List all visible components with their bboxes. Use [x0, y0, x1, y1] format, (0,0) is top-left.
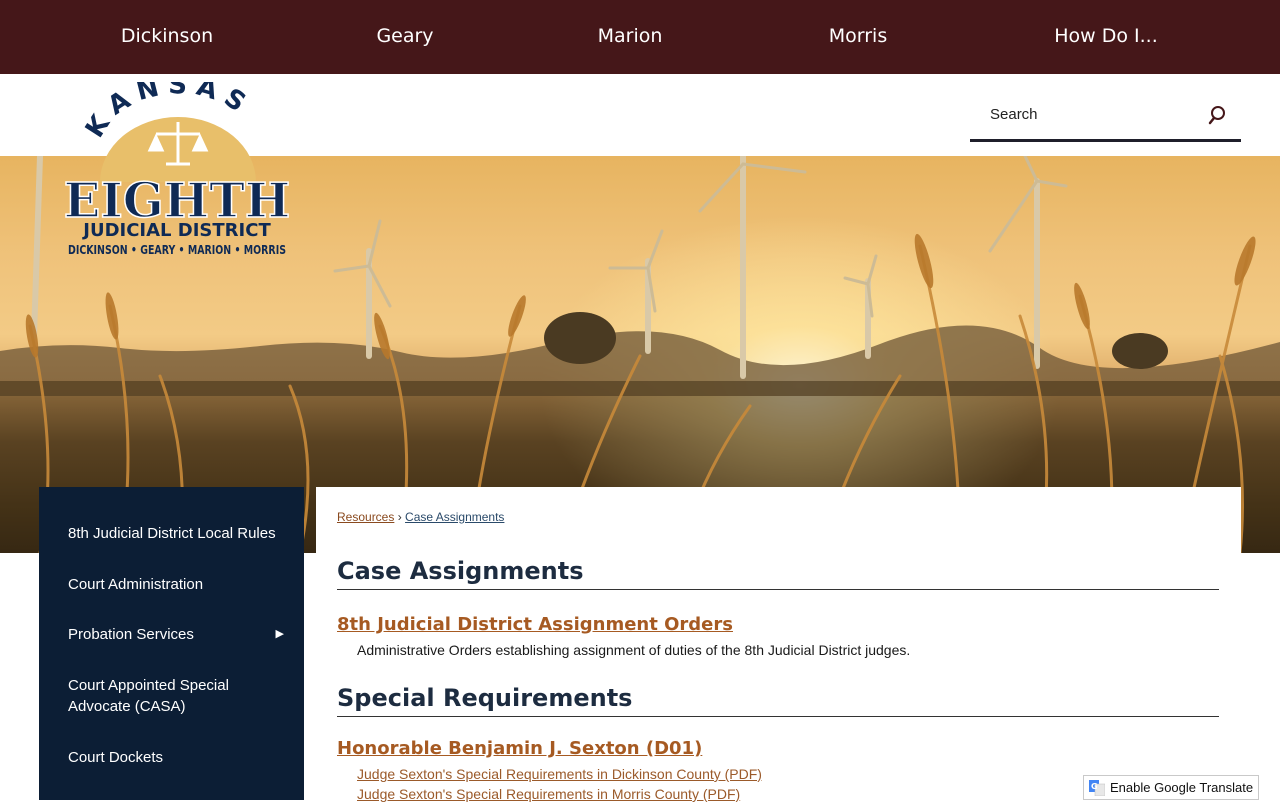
nav-how-do-i[interactable]: How Do I...	[1006, 0, 1206, 74]
main-content: Resources › Case Assignments Case Assign…	[316, 487, 1241, 802]
google-translate-button[interactable]: G Enable Google Translate	[1083, 775, 1259, 800]
search-icon[interactable]	[1207, 103, 1231, 127]
sidebar-item-casa[interactable]: Court Appointed Special Advocate (CASA)	[39, 675, 259, 717]
sidebar-navigation: 8th Judicial District Local Rules Court …	[39, 487, 304, 800]
doc-link-dickinson-pdf[interactable]: Judge Sexton's Special Requirements in D…	[357, 766, 762, 782]
logo-sub-text: JUDICIAL DISTRICT	[81, 220, 271, 241]
svg-text:G: G	[1091, 782, 1098, 791]
site-search	[970, 94, 1241, 142]
judge-sexton-link[interactable]: Honorable Benjamin J. Sexton (D01)	[337, 738, 702, 759]
breadcrumb-resources-link[interactable]: Resources	[337, 510, 394, 524]
sidebar-item-court-dockets[interactable]: Court Dockets	[39, 747, 304, 768]
nav-geary[interactable]: Geary	[305, 0, 505, 74]
assignment-orders-description: Administrative Orders establishing assig…	[357, 642, 911, 658]
nav-morris[interactable]: Morris	[758, 0, 958, 74]
nav-dickinson[interactable]: Dickinson	[67, 0, 267, 74]
breadcrumb-current-link[interactable]: Case Assignments	[405, 510, 504, 524]
search-input[interactable]	[970, 94, 1200, 134]
sidebar-item-local-rules[interactable]: 8th Judicial District Local Rules	[39, 523, 304, 544]
submenu-arrow-icon[interactable]: ▶	[276, 624, 284, 645]
breadcrumb: Resources › Case Assignments	[337, 510, 504, 524]
translate-label: Enable Google Translate	[1110, 780, 1254, 795]
breadcrumb-separator: ›	[397, 510, 402, 524]
top-navigation: Dickinson Geary Marion Morris How Do I..…	[0, 0, 1280, 74]
nav-marion[interactable]: Marion	[530, 0, 730, 74]
eighth-judicial-district-logo[interactable]: KANSAS EIGHTH JUDICIAL DISTRICT DICKINSO…	[60, 70, 295, 267]
google-translate-icon: G	[1089, 780, 1106, 797]
sidebar-item-court-administration[interactable]: Court Administration	[39, 574, 304, 595]
sidebar-item-probation-services[interactable]: Probation Services ▶	[39, 624, 304, 645]
logo-counties-text: DICKINSON • GEARY • MARION • MORRIS	[68, 243, 286, 257]
section-heading-case-assignments: Case Assignments	[337, 557, 1219, 590]
sidebar-item-label: Probation Services	[68, 626, 194, 643]
section-heading-special-requirements: Special Requirements	[337, 684, 1219, 717]
assignment-orders-link[interactable]: 8th Judicial District Assignment Orders	[337, 614, 733, 635]
